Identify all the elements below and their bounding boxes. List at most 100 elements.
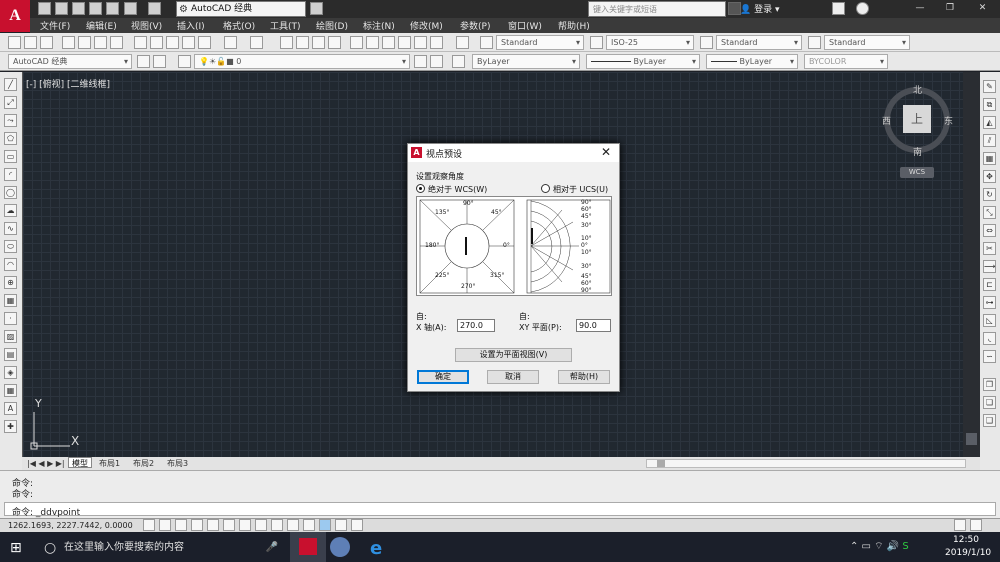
viewcube-top-face[interactable]: 上 — [903, 105, 931, 133]
workspace-menu-icon[interactable] — [310, 2, 323, 15]
menu-modify[interactable]: 修改(M) — [410, 19, 443, 32]
region-icon[interactable]: ◈ — [4, 366, 17, 379]
tab-nav-first[interactable]: |◀ ◀ ▶ ▶| — [24, 458, 68, 469]
menu-insert[interactable]: 插入(I) — [177, 19, 205, 32]
lineweight-toggle-icon[interactable] — [303, 519, 315, 531]
construction-line-icon[interactable]: ⤢ — [4, 96, 17, 109]
snap-icon[interactable] — [159, 519, 171, 531]
dim-style-icon[interactable] — [590, 36, 603, 49]
system-tray-icons[interactable]: ⌃ ▭ ⌔ 🔊 S — [850, 540, 909, 553]
open-icon[interactable] — [24, 36, 37, 49]
design-center-icon[interactable] — [366, 36, 379, 49]
layer-previous-icon[interactable] — [430, 55, 443, 68]
edge-browser-icon[interactable]: e — [370, 538, 382, 559]
menu-tools[interactable]: 工具(T) — [270, 19, 301, 32]
make-current-layer-icon[interactable] — [414, 55, 427, 68]
print-icon[interactable] — [62, 36, 75, 49]
zoom-realtime-icon[interactable] — [296, 36, 309, 49]
bring-front-icon[interactable]: ❏ — [983, 396, 996, 409]
match-properties-icon[interactable] — [182, 36, 195, 49]
arc-icon[interactable]: ◜ — [4, 168, 17, 181]
menu-edit[interactable]: 编辑(E) — [86, 19, 117, 32]
ducs-icon[interactable] — [271, 519, 283, 531]
otrack-icon[interactable] — [255, 519, 267, 531]
osnap-icon[interactable] — [223, 519, 235, 531]
add-selected-icon[interactable]: ✚ — [4, 420, 17, 433]
menu-view[interactable]: 视图(V) — [131, 19, 162, 32]
x-axis-input[interactable]: 270.0 — [457, 319, 495, 332]
lineweight-select[interactable]: ByLayer ▾ — [706, 54, 798, 69]
dyn-icon[interactable] — [287, 519, 299, 531]
radio-relative-label[interactable]: 相对于 UCS(U) — [553, 184, 608, 195]
3dosnap-icon[interactable] — [239, 519, 251, 531]
tab-model[interactable]: 模型 — [68, 457, 92, 468]
copy-icon[interactable] — [150, 36, 163, 49]
mirror-icon[interactable]: ◭ — [983, 116, 996, 129]
hardware-accel-icon[interactable] — [970, 519, 982, 531]
join-icon[interactable]: ⊶ — [983, 296, 996, 309]
open-icon[interactable] — [55, 2, 68, 15]
viewport-controls[interactable]: [-] [俯视] [二维线框] — [26, 77, 110, 90]
revcloud-icon[interactable]: ☁ — [4, 204, 17, 217]
menu-format[interactable]: 格式(O) — [223, 19, 255, 32]
angle-picker[interactable]: 90° 45° 0° 315° 270° 225° 180° 135° 90° … — [416, 196, 612, 296]
save-icon[interactable] — [40, 36, 53, 49]
make-block-icon[interactable]: ▦ — [4, 294, 17, 307]
hatch-icon[interactable]: ▨ — [4, 330, 17, 343]
lock-icon[interactable] — [954, 519, 966, 531]
grid-icon[interactable] — [175, 519, 187, 531]
radio-absolute-label[interactable]: 绝对于 WCS(W) — [428, 184, 487, 195]
scroll-thumb[interactable] — [657, 460, 665, 467]
cut-icon[interactable] — [134, 36, 147, 49]
workspace-select-2[interactable]: AutoCAD 经典 ▾ — [8, 54, 132, 69]
draw-order-icon[interactable]: ❐ — [983, 378, 996, 391]
table-icon[interactable]: ▦ — [4, 384, 17, 397]
point-icon[interactable]: · — [4, 312, 17, 325]
clock-time[interactable]: 12:50 — [953, 535, 979, 545]
exchange-icon[interactable] — [832, 2, 845, 15]
transparency-icon[interactable] — [319, 519, 331, 531]
spline-icon[interactable]: ∿ — [4, 222, 17, 235]
menu-dimension[interactable]: 标注(N) — [363, 19, 395, 32]
linetype-select[interactable]: ByLayer ▾ — [586, 54, 700, 69]
tab-layout1[interactable]: 布局1 — [96, 458, 123, 469]
maximize-button[interactable]: ❐ — [935, 0, 965, 18]
erase-icon[interactable]: ✎ — [983, 80, 996, 93]
windows-start-icon[interactable]: ⊞ — [10, 540, 22, 556]
save-as-icon[interactable] — [89, 2, 102, 15]
menu-window[interactable]: 窗口(W) — [508, 19, 542, 32]
minimize-button[interactable]: — — [905, 0, 935, 18]
scale-icon[interactable]: ⤡ — [983, 206, 996, 219]
cancel-button[interactable]: 取消 — [487, 370, 539, 384]
search-input[interactable]: 键入关键字或短语 — [588, 1, 726, 17]
quickcalc-icon[interactable] — [430, 36, 443, 49]
undo-icon[interactable] — [224, 36, 237, 49]
table-style-select[interactable]: Standard ▾ — [716, 35, 802, 50]
color-select[interactable]: ByLayer ▾ — [472, 54, 580, 69]
ellipse-arc-icon[interactable]: ◠ — [4, 258, 17, 271]
layer-select[interactable]: 💡☀🔓■ 0 ▾ — [194, 54, 410, 69]
compass-east[interactable]: 东 — [944, 114, 953, 127]
save-icon[interactable] — [72, 2, 85, 15]
compass-north[interactable]: 北 — [913, 83, 922, 96]
tab-layout2[interactable]: 布局2 — [130, 458, 157, 469]
help-button[interactable]: 帮助(H) — [558, 370, 610, 384]
polar-icon[interactable] — [207, 519, 219, 531]
ok-button[interactable]: 确定 — [417, 370, 469, 384]
compass-west[interactable]: 西 — [882, 114, 891, 127]
text-style-select[interactable]: Standard ▾ — [496, 35, 584, 50]
insert-block-icon[interactable]: ⊕ — [4, 276, 17, 289]
ellipse-icon[interactable]: ⬭ — [4, 240, 17, 253]
clock-date[interactable]: 2019/1/10 — [945, 548, 991, 558]
circle-icon[interactable]: ◯ — [4, 186, 17, 199]
zoom-previous-icon[interactable] — [328, 36, 341, 49]
autocad-logo[interactable]: A — [0, 0, 30, 32]
stretch-icon[interactable]: ⇔ — [983, 224, 996, 237]
plotstyle-select[interactable]: BYCOLOR ▾ — [804, 54, 888, 69]
wcs-menu-button[interactable]: WCS — [900, 167, 934, 178]
move-icon[interactable]: ✥ — [983, 170, 996, 183]
new-icon[interactable] — [38, 2, 51, 15]
layer-iso-icon[interactable] — [452, 55, 465, 68]
compass-south[interactable]: 南 — [913, 145, 922, 158]
tab-layout3[interactable]: 布局3 — [164, 458, 191, 469]
